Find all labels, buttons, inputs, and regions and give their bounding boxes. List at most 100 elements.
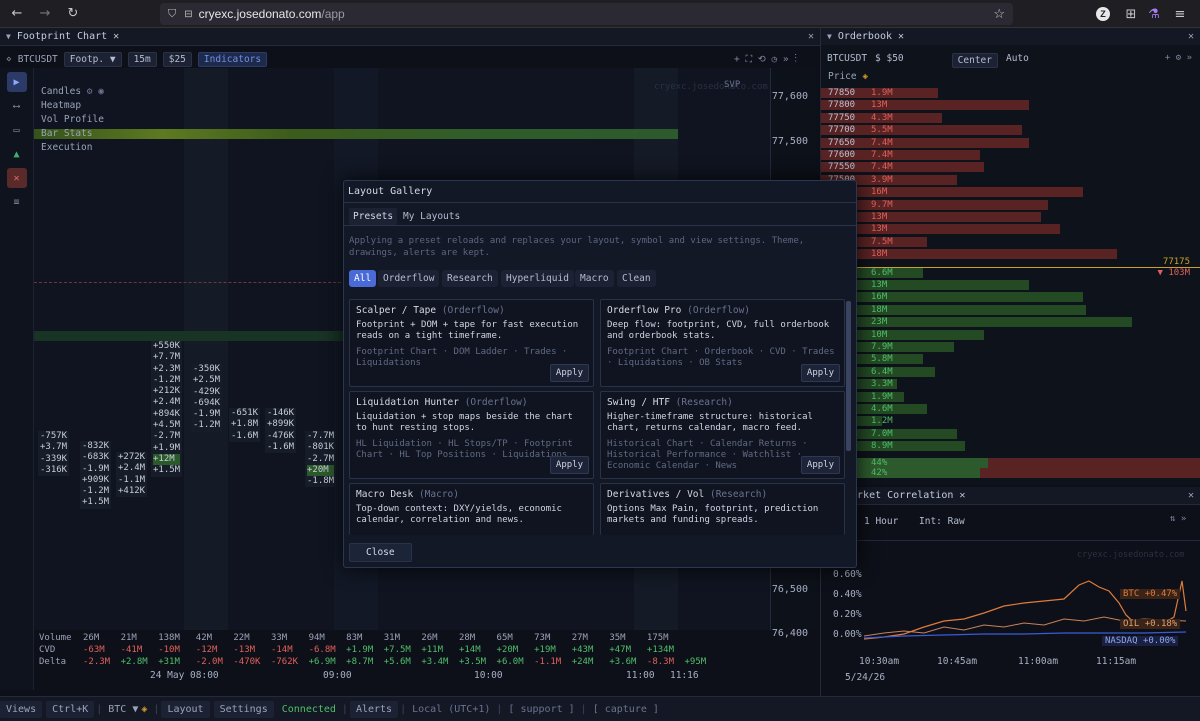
filter-orderflow[interactable]: Orderflow [378,270,440,287]
menu-execution[interactable]: Execution [41,142,92,153]
views-button[interactable]: Views [0,700,43,718]
timezone-label[interactable]: Local (UTC+1) [406,701,496,718]
indicators-button[interactable]: Indicators [197,51,268,67]
bid-row[interactable]: 23M [821,317,1200,328]
back-icon[interactable]: ← [6,3,28,25]
ask-row[interactable]: 77850 1.9M [821,88,1200,98]
ask-row[interactable]: 18M [821,249,1200,260]
close-button[interactable]: Close [349,543,412,562]
apply-button[interactable]: Apply [800,364,840,382]
bid-row[interactable]: 5.8M [821,354,1200,365]
bid-row[interactable]: 6.6M [821,267,1200,278]
extension-flask-icon[interactable]: ⚗ [1143,3,1165,25]
ask-row[interactable]: 13M [821,212,1200,222]
bid-row[interactable]: 18M [821,304,1200,315]
chart-toolbar-icons[interactable]: + ⛶ ⟲ ◷ » ⋮ [734,54,797,65]
reload-icon[interactable]: ↻ [62,3,84,25]
close-panel-icon[interactable]: ✕ [1188,31,1194,42]
filter-hyperliquid[interactable]: Hyperliquid [501,270,574,287]
bid-row[interactable]: 13M [821,280,1200,290]
symbol-label[interactable]: BTCUSDT [18,54,58,65]
menu-bar-stats[interactable]: Bar Stats [41,128,92,139]
range-select[interactable]: 1 Hour [864,516,898,527]
ask-row[interactable]: 9.7M [821,199,1200,210]
layout-button[interactable]: Layout [161,700,210,718]
preset-card[interactable]: Swing / HTF (Research) Higher-timeframe s… [600,391,845,479]
settings-button[interactable]: Settings [213,700,274,718]
delete-drawings-icon[interactable]: ✕ [6,168,27,188]
settings-icon[interactable]: ⚙ ◉ [87,86,104,97]
tab-orderbook[interactable]: Orderbook ✕ [832,28,910,45]
auto-button[interactable]: Auto [1006,53,1029,68]
hamburger-icon[interactable]: ≡ [7,192,27,212]
menu-candles[interactable]: Candles ⚙ ◉ [41,86,104,97]
timeframe-select[interactable]: 15m [127,51,157,67]
bid-row[interactable]: 3.3M [821,379,1200,390]
ask-row[interactable]: 7.5M [821,236,1200,247]
apply-button[interactable]: Apply [800,456,840,474]
ask-row[interactable]: 77750 4.3M [821,112,1200,123]
bid-row[interactable]: 1.9M [821,391,1200,402]
line-tool-icon[interactable]: ⟷ [7,96,27,116]
tick-size-select[interactable]: $25 [162,51,192,67]
address-bar[interactable]: ⛉ ⊟ cryexc.josedonato.com/app ☆ [160,3,1013,25]
preset-card[interactable]: Scalper / Tape (Orderflow) Footprint + DO… [349,299,594,387]
bid-row[interactable]: 8.9M [821,441,1200,452]
orderbook-actions-icons[interactable]: + ⚙ » [1165,53,1192,63]
close-icon[interactable]: ✕ [898,31,904,42]
tab-footprint-chart[interactable]: Footprint Chart ✕ [11,28,125,45]
tick-select[interactable]: $ $50 [875,53,904,68]
ask-row[interactable]: 77650 7.4M [821,137,1200,148]
menu-icon[interactable]: ≡ [1169,3,1191,25]
close-panel-icon[interactable]: ✕ [1188,490,1194,501]
bid-row[interactable]: 10M [821,329,1200,340]
preset-card[interactable]: Liquidation Hunter (Orderflow) Liquidatio… [349,391,594,479]
bid-row[interactable]: 1.2M [821,416,1200,427]
preset-card[interactable]: Orderflow Pro (Orderflow) Deep flow: foot… [600,299,845,387]
filter-macro[interactable]: Macro [575,270,614,287]
preset-card[interactable]: Macro Desk (Macro) Top-down context: DXY/… [349,483,594,535]
scrollbar-thumb[interactable] [846,301,851,451]
support-link[interactable]: [ support ] [502,701,580,718]
rect-tool-icon[interactable]: ▭ [7,120,27,140]
chart-type-select[interactable]: Footp. ▼ [63,51,122,67]
bid-row[interactable]: 4.6M [821,404,1200,414]
center-button[interactable]: Center [951,53,998,68]
ask-row[interactable]: 77600 7.4M [821,150,1200,160]
cursor-tool-icon[interactable]: ▶ [6,72,27,92]
filter-clean[interactable]: Clean [617,270,656,287]
symbol-label[interactable]: BTCUSDT [827,53,867,68]
filter-all[interactable]: All [349,270,377,287]
forward-icon[interactable]: → [34,3,56,25]
ask-row[interactable]: 77700 5.5M [821,125,1200,136]
ask-row[interactable]: 16M [821,187,1200,198]
arrow-tool-icon[interactable]: ▲ [7,144,27,164]
ask-row[interactable]: 77550 7.4M [821,162,1200,173]
tab-my-layouts[interactable]: My Layouts [403,211,460,222]
bid-row[interactable]: 7.0M [821,428,1200,439]
tab-market-correlation[interactable]: Market Correlation ✕ [839,487,971,504]
bid-row[interactable]: 6.4M [821,366,1200,377]
menu-vol-profile[interactable]: Vol Profile [41,114,104,125]
sort-icon[interactable]: ◈ [862,71,868,82]
tab-presets[interactable]: Presets [349,208,398,225]
bookmark-star-icon[interactable]: ☆ [993,6,1005,22]
filter-research[interactable]: Research [442,270,498,287]
extensions-icon[interactable]: ⊞ [1120,3,1142,25]
command-palette-button[interactable]: Ctrl+K [46,700,95,718]
apply-button[interactable]: Apply [549,456,589,474]
ask-row[interactable]: 13M [821,224,1200,235]
symbol-select[interactable]: BTC ▼ ◈ [102,701,153,718]
apply-button[interactable]: Apply [549,364,589,382]
interval-select[interactable]: Int: Raw [919,516,965,527]
profile-avatar[interactable]: Z [1096,7,1110,21]
ask-row[interactable]: 77800 13M [821,100,1200,111]
bid-row[interactable]: 16M [821,292,1200,303]
capture-link[interactable]: [ capture ] [587,701,665,718]
ask-row[interactable]: 775003.9M [821,174,1200,185]
menu-heatmap[interactable]: Heatmap [41,100,81,111]
correlation-actions-icons[interactable]: ⇅ » [1170,514,1186,524]
close-icon[interactable]: ✕ [113,31,119,42]
preset-card[interactable]: Derivatives / Vol (Research) Options Max … [600,483,845,535]
alerts-button[interactable]: Alerts [349,700,399,718]
